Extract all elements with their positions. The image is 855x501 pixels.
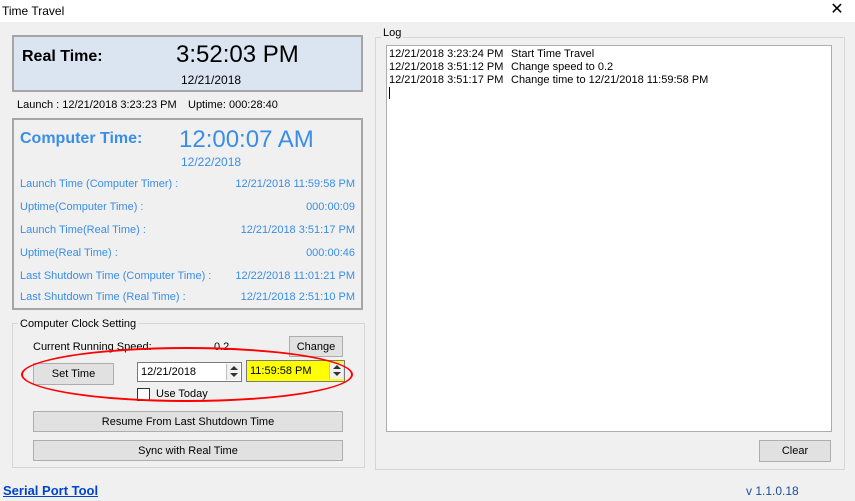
uptime-real-label: Uptime(Real Time) : [20, 247, 118, 259]
computer-time-panel: Computer Time: 12:00:07 AM 12/22/2018 La… [12, 118, 363, 310]
change-speed-button[interactable]: Change [289, 336, 343, 357]
launch-time-computer-label: Launch Time (Computer Timer) : [20, 178, 179, 190]
log-entry-text: Change speed to 0.2 [511, 61, 614, 73]
text-caret [389, 87, 390, 99]
log-entry-text: Change time to 12/21/2018 11:59:58 PM [511, 74, 709, 86]
log-textbox[interactable]: 12/21/2018 3:23:24 PM Start Time Travel 1… [386, 45, 832, 432]
version-label: v 1.1.0.18 [746, 484, 799, 498]
real-time-date: 12/21/2018 [181, 73, 242, 87]
uptime-computer-label: Uptime(Computer Time) : [20, 201, 144, 213]
clock-setting-title: Computer Clock Setting [18, 318, 139, 330]
launch-time-real-value: 12/21/2018 3:51:17 PM [240, 224, 355, 236]
last-shutdown-real-label: Last Shutdown Time (Real Time) : [20, 291, 186, 303]
real-time-panel: Real Time: 3:52:03 PM 12/21/2018 [12, 35, 363, 92]
last-shutdown-computer-label: Last Shutdown Time (Computer Time) : [20, 270, 212, 282]
time-picker[interactable]: 11:59:58 PM [246, 360, 345, 382]
time-spinner-icon[interactable] [329, 363, 343, 379]
launch-info: Launch : 12/21/2018 3:23:23 PM [17, 99, 177, 111]
date-spinner-icon[interactable] [226, 364, 240, 380]
log-title: Log [381, 27, 404, 39]
log-entry: 12/21/2018 3:51:12 PM Change speed to 0.2 [389, 61, 613, 73]
real-time-clock: 3:52:03 PM [176, 41, 299, 68]
clear-log-button[interactable]: Clear [759, 440, 831, 462]
launch-time-computer-value: 12/21/2018 11:59:58 PM [235, 178, 355, 190]
running-speed-value: 0.2 [214, 341, 230, 353]
log-entry: 12/21/2018 3:23:24 PM Start Time Travel [389, 48, 594, 60]
title-bar [0, 0, 855, 22]
date-picker[interactable]: 12/21/2018 [137, 362, 242, 382]
computer-time-date: 12/22/2018 [181, 155, 242, 169]
time-picker-value: 11:59:58 PM [250, 365, 312, 377]
computer-time-clock: 12:00:07 AM [179, 126, 314, 153]
computer-time-label: Computer Time: [20, 130, 143, 147]
date-picker-value: 12/21/2018 [141, 366, 197, 378]
launch-time-real-label: Launch Time(Real Time) : [20, 224, 146, 236]
sync-real-time-button[interactable]: Sync with Real Time [33, 440, 343, 461]
serial-port-tool-link[interactable]: Serial Port Tool [3, 483, 98, 498]
real-time-label: Real Time: [22, 48, 103, 65]
log-entry-time: 12/21/2018 3:51:17 PM [389, 74, 504, 86]
resume-shutdown-button[interactable]: Resume From Last Shutdown Time [33, 411, 343, 432]
use-today-checkbox[interactable] [137, 388, 150, 401]
log-entry-time: 12/21/2018 3:51:12 PM [389, 61, 504, 73]
use-today-label[interactable]: Use Today [156, 388, 208, 400]
set-time-button[interactable]: Set Time [33, 363, 114, 385]
log-entry-text: Start Time Travel [511, 48, 595, 60]
last-shutdown-computer-value: 12/22/2018 11:01:21 PM [235, 270, 355, 282]
uptime-real-value: 000:00:46 [306, 247, 355, 259]
close-icon[interactable]: ✕ [829, 2, 845, 18]
uptime-info: Uptime: 000:28:40 [188, 99, 278, 111]
window-title: Time Travel [2, 4, 65, 18]
log-entry: 12/21/2018 3:51:17 PM Change time to 12/2… [389, 74, 708, 86]
running-speed-label: Current Running Speed: [33, 341, 152, 353]
last-shutdown-real-value: 12/21/2018 2:51:10 PM [240, 291, 355, 303]
uptime-computer-value: 000:00:09 [306, 201, 355, 213]
log-entry-time: 12/21/2018 3:23:24 PM [389, 48, 504, 60]
